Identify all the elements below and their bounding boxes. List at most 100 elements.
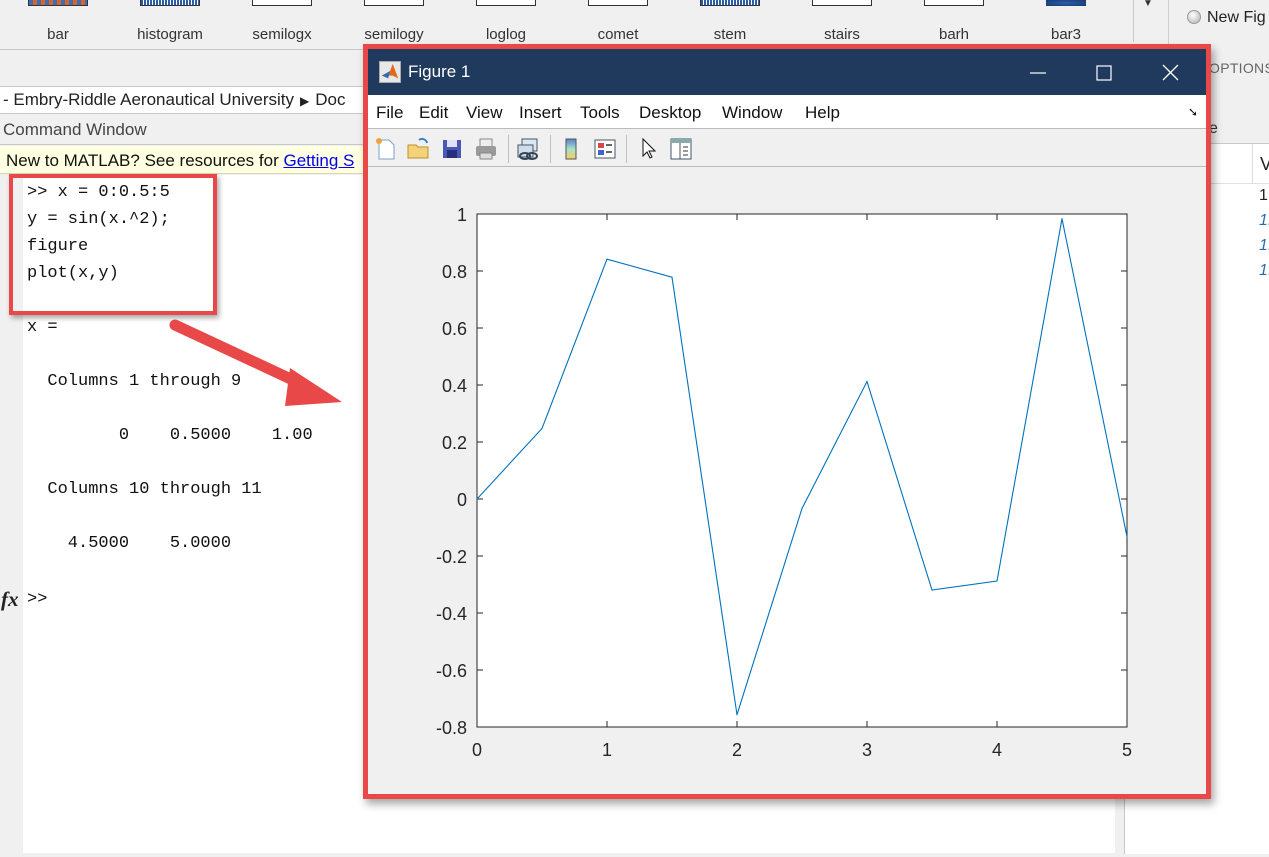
toolbar-separator [508, 135, 509, 163]
minimize-button[interactable] [1002, 49, 1070, 95]
gallery-item-stairs[interactable]: stairs [797, 0, 887, 50]
command-output-line: 0 0.5000 1.00 [27, 426, 313, 445]
colorbar-icon[interactable] [558, 136, 584, 162]
data-point [1126, 536, 1128, 538]
axes-box [476, 213, 1128, 728]
figure-canvas[interactable]: 0 1 2 3 4 5 -0.8 -0.6 -0.4 -0.2 0 0.2 0.4 0.6 0.8 1 [368, 168, 1206, 799]
new-figure-radio[interactable] [1187, 10, 1201, 24]
gallery-label: bar [47, 26, 69, 43]
toolbar-separator [626, 135, 627, 163]
data-point [671, 276, 673, 278]
data-point [736, 714, 738, 716]
data-point [931, 589, 933, 591]
command-prompt[interactable]: >> [27, 590, 47, 609]
y-tick-label: 0.2 [442, 433, 467, 453]
gallery-label: stairs [824, 26, 860, 43]
y-tick-label: -0.6 [436, 661, 467, 681]
figure-menubar: ➘ File Edit View Insert Tools Desktop Window He… [368, 95, 1206, 129]
column-divider[interactable] [1252, 144, 1253, 184]
menu-insert[interactable]: Insert [519, 103, 562, 123]
gallery-item-comet[interactable]: comet [573, 0, 663, 50]
property-inspector-icon[interactable] [668, 136, 694, 162]
y-tick-label: -0.8 [436, 718, 467, 738]
data-point [801, 507, 803, 510]
bar-plot-icon [28, 0, 88, 6]
y-tick-label: 0 [457, 490, 467, 510]
maximize-button[interactable] [1070, 49, 1138, 95]
gallery-label: loglog [485, 26, 527, 43]
close-button[interactable] [1138, 49, 1206, 95]
x-tick-label: 1 [602, 740, 612, 760]
figure-title: Figure 1 [408, 62, 471, 81]
gallery-item-semilogx[interactable]: semilogx [237, 0, 327, 50]
gallery-item-histogram[interactable]: histogram [125, 0, 215, 50]
matlab-desktop: bar histogram semilogx semilogy loglog comet s… [0, 0, 1269, 857]
data-point [541, 427, 543, 430]
path-segment[interactable]: - Embry-Riddle Aeronautical University [3, 90, 294, 109]
getting-started-link[interactable]: Getting S [283, 151, 354, 170]
gallery-item-loglog[interactable]: loglog [461, 0, 551, 50]
loglog-plot-icon [476, 0, 536, 6]
gallery-label: comet [597, 26, 639, 43]
open-file-icon[interactable] [405, 136, 431, 162]
x-tick-label: 5 [1122, 740, 1132, 760]
legend-icon[interactable] [592, 136, 618, 162]
menu-file[interactable]: File [376, 103, 403, 123]
close-icon [1162, 64, 1179, 81]
print-icon[interactable] [473, 136, 499, 162]
command-window-title: Command Window [3, 120, 147, 139]
gallery-label: bar3 [1050, 26, 1082, 43]
x-tick-label: 0 [472, 740, 482, 760]
data-point [866, 380, 868, 383]
path-separator-icon: ▶ [300, 94, 310, 108]
link-plot-icon[interactable] [515, 136, 541, 162]
path-segment[interactable]: Doc [315, 90, 345, 109]
workspace-value[interactable]: 1: [1259, 237, 1269, 255]
figure-titlebar[interactable]: Figure 1 [368, 49, 1206, 95]
menu-edit[interactable]: Edit [419, 103, 448, 123]
banner-text: New to MATLAB? See resources for [6, 151, 284, 170]
y-tick-label: 0.8 [442, 262, 467, 282]
data-point [1061, 218, 1063, 220]
y-tick-label: -0.2 [436, 547, 467, 567]
data-point [606, 258, 608, 260]
workspace-value[interactable]: 1: [1259, 262, 1269, 280]
matlab-logo-icon [379, 61, 401, 83]
gallery-label: histogram [137, 26, 203, 43]
gallery-item-bar[interactable]: bar [13, 0, 103, 50]
data-point [996, 580, 998, 582]
arrow-head [285, 368, 342, 406]
line-plot[interactable]: 0 1 2 3 4 5 -0.8 -0.6 -0.4 -0.2 0 0.2 0.4 0.6 0.8 1 [368, 168, 1206, 799]
menu-desktop[interactable]: Desktop [639, 103, 701, 123]
new-figure-label: New Fig [1207, 9, 1266, 26]
menu-tools[interactable]: Tools [580, 103, 620, 123]
code-highlight-annotation [9, 174, 217, 315]
new-figure-icon[interactable] [373, 136, 399, 162]
gallery-label: semilogy [364, 26, 424, 43]
y-tick-label: 0.4 [442, 376, 467, 396]
x-tick-label: 4 [992, 740, 1002, 760]
command-output-line: x = [27, 318, 58, 337]
workspace-value[interactable]: 1: [1259, 212, 1269, 230]
gallery-expand-icon[interactable]: ▼ [1143, 0, 1153, 9]
menu-help[interactable]: Help [805, 103, 840, 123]
bar3-plot-icon [1046, 0, 1086, 6]
save-icon[interactable] [439, 136, 465, 162]
gallery-item-bar3[interactable]: bar3 [1021, 0, 1111, 50]
gallery-item-barh[interactable]: barh [909, 0, 999, 50]
gallery-item-semilogy[interactable]: semilogy [349, 0, 439, 50]
menu-view[interactable]: View [466, 103, 503, 123]
gallery-label: stem [713, 26, 747, 43]
plots-ribbon: bar histogram semilogx semilogy loglog comet s… [0, 0, 1130, 50]
edit-plot-pointer-icon[interactable] [635, 136, 661, 162]
gallery-item-stem[interactable]: stem [685, 0, 775, 50]
stem-plot-icon [700, 0, 760, 6]
function-browser-icon[interactable]: fx [1, 587, 19, 612]
command-output-line: Columns 10 through 11 [27, 480, 262, 499]
value-column-label: V [1260, 154, 1269, 174]
dock-figure-icon[interactable]: ➘ [1188, 105, 1198, 119]
y-tick-label: -0.4 [436, 604, 467, 624]
maximize-icon [1096, 65, 1112, 81]
workspace-value[interactable]: 1 [1259, 187, 1268, 205]
menu-window[interactable]: Window [722, 103, 782, 123]
